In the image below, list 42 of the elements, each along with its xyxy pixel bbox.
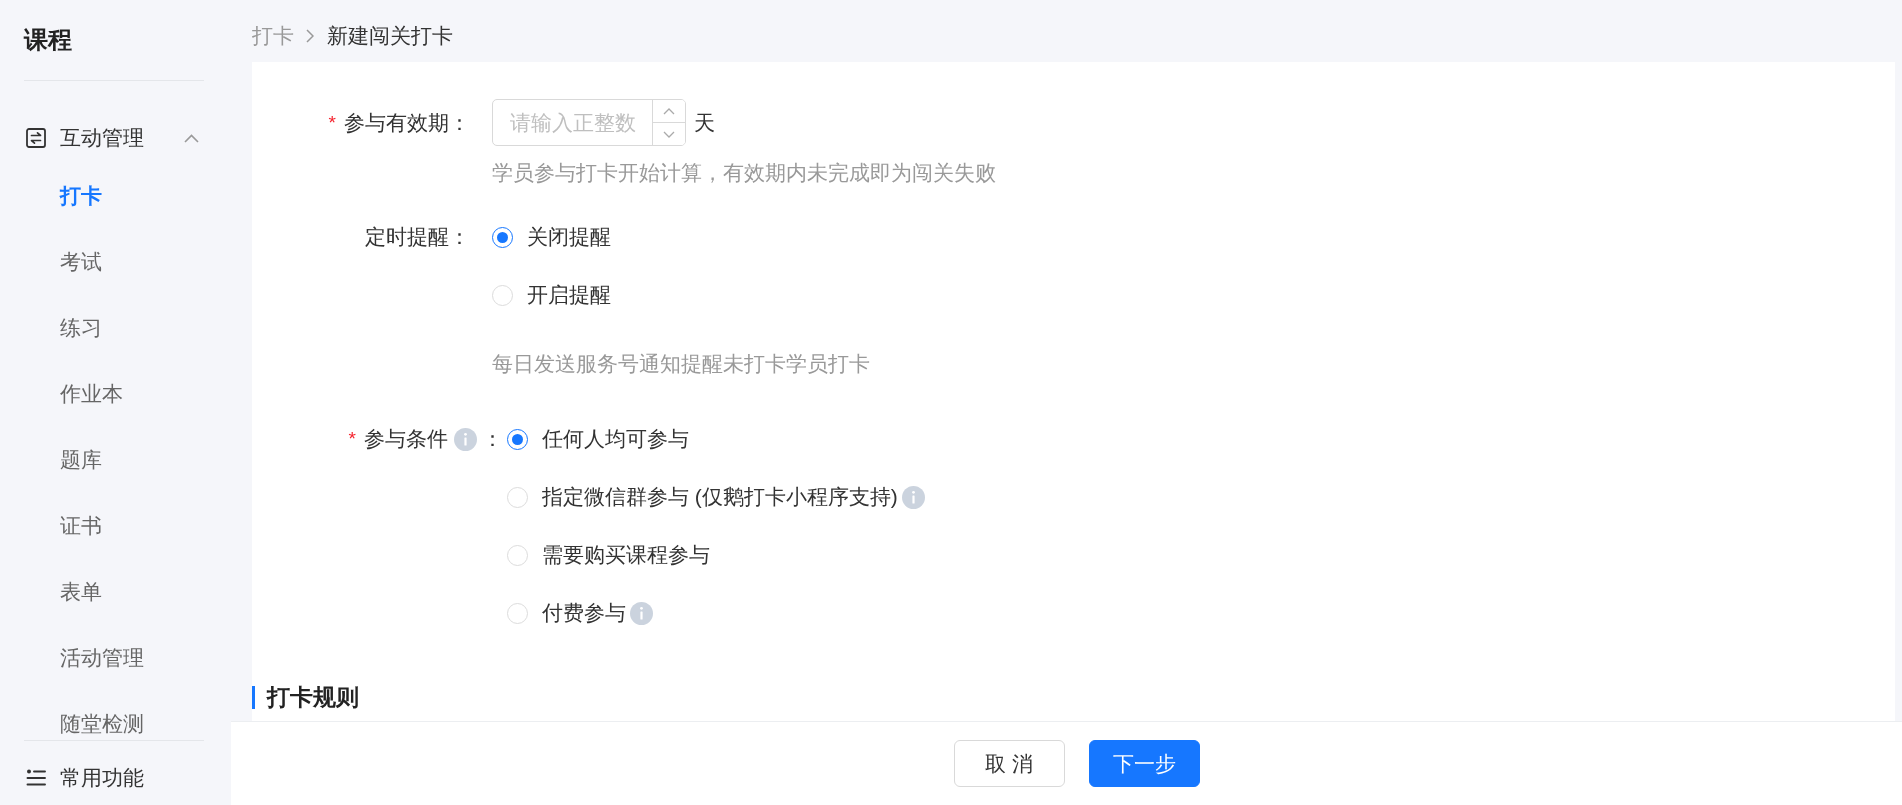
- radio-option[interactable]: 付费参与: [507, 599, 626, 627]
- field-label: 参与有效期：: [344, 109, 470, 136]
- swap-icon: [26, 128, 46, 148]
- menu-item[interactable]: 表单: [60, 577, 102, 607]
- next-button[interactable]: 下一步: [1088, 740, 1200, 787]
- radio-option[interactable]: 开启提醒: [492, 281, 611, 309]
- unit-label: 天: [694, 110, 715, 136]
- cancel-button[interactable]: 取 消: [953, 740, 1065, 787]
- chevron-up-icon: [663, 107, 675, 115]
- radio-option[interactable]: 需要购买课程参与: [507, 541, 710, 569]
- required-mark: *: [328, 111, 336, 134]
- menu-item[interactable]: 题库: [60, 445, 102, 475]
- menu-group-header[interactable]: 互动管理: [24, 116, 204, 160]
- radio-option[interactable]: 指定微信群参与 (仅鹅打卡小程序支持): [507, 483, 898, 511]
- radio-option[interactable]: 关闭提醒: [492, 223, 611, 251]
- field-label: 参与条件: [364, 426, 448, 452]
- info-icon[interactable]: [901, 485, 925, 509]
- menu-item[interactable]: 随堂检测: [60, 709, 144, 739]
- hint-text: 学员参与打卡开始计算，有效期内未完成即为闯关失败: [492, 160, 996, 186]
- radio-button[interactable]: [507, 428, 528, 450]
- menu-item[interactable]: 证书: [60, 511, 102, 541]
- section-title: 打卡规则: [252, 686, 359, 709]
- sidebar-title: 课程: [24, 28, 72, 52]
- required-mark: *: [348, 428, 356, 450]
- info-icon[interactable]: [630, 601, 653, 625]
- menu-item[interactable]: 考试: [60, 247, 102, 277]
- radio-option[interactable]: 任何人均可参与: [507, 425, 689, 453]
- list-icon: [26, 768, 46, 788]
- chevron-down-icon: [663, 130, 675, 138]
- menu-group-header[interactable]: 常用功能: [24, 763, 144, 793]
- breadcrumb-current: 新建闯关打卡: [327, 23, 453, 49]
- chevron-right-icon: [306, 29, 314, 43]
- info-icon[interactable]: [454, 427, 477, 451]
- decrement-button[interactable]: [653, 122, 685, 145]
- hint-text: 每日发送服务号通知提醒未打卡学员打卡: [492, 351, 870, 377]
- radio-button[interactable]: [492, 226, 513, 248]
- field-label-colon: ：: [482, 426, 503, 452]
- field-label: 定时提醒：: [365, 224, 470, 250]
- menu-item[interactable]: 练习: [60, 313, 102, 343]
- menu-item[interactable]: 活动管理: [60, 643, 144, 673]
- menu-item[interactable]: 作业本: [60, 379, 123, 409]
- menu-item[interactable]: 打卡: [60, 181, 102, 211]
